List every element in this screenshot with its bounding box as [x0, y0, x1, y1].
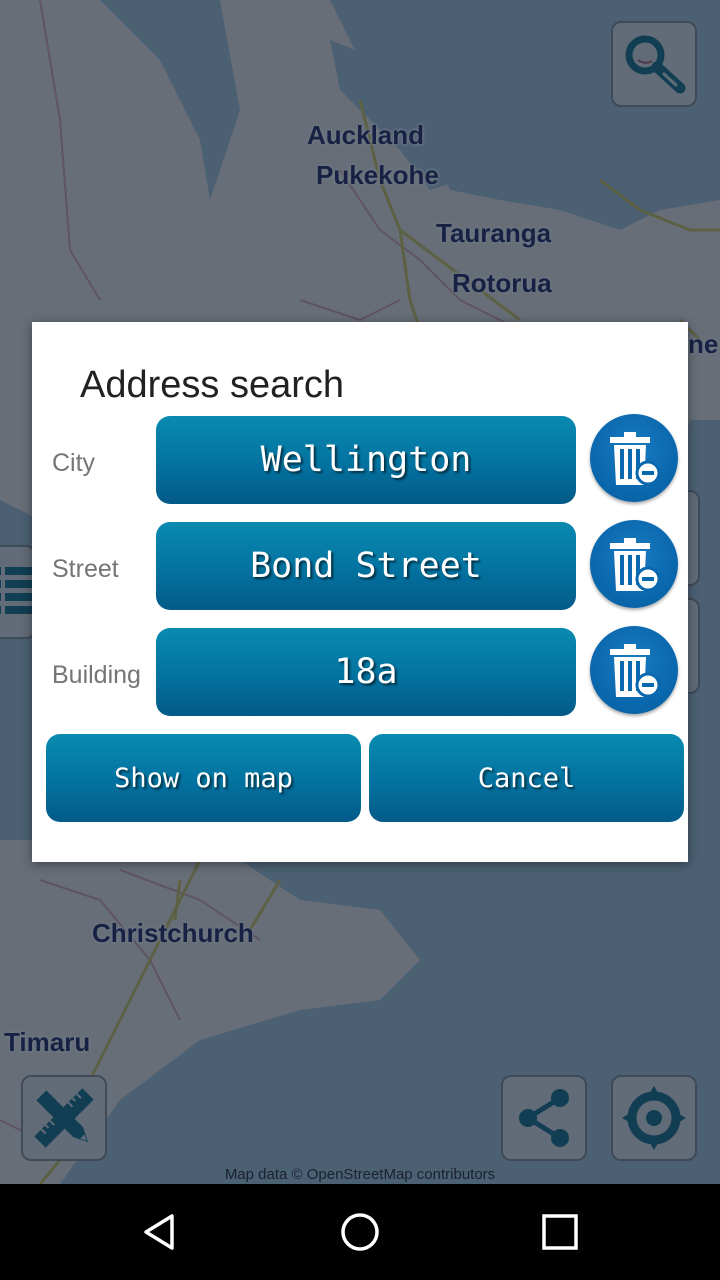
building-field[interactable]: 18a — [156, 628, 576, 716]
address-search-dialog: Address search City Wellington Street Bo… — [32, 322, 688, 862]
show-on-map-button[interactable]: Show on map — [46, 734, 361, 822]
city-field[interactable]: Wellington — [156, 416, 576, 504]
street-label: Street — [52, 555, 119, 583]
nav-back-button[interactable] — [130, 1202, 190, 1262]
city-label: City — [52, 449, 96, 477]
trash-icon — [610, 432, 660, 486]
trash-icon — [610, 538, 660, 592]
clear-building-button[interactable] — [590, 626, 678, 714]
nav-home-button[interactable] — [330, 1202, 390, 1262]
dialog-title: Address search — [80, 364, 345, 406]
clear-city-button[interactable] — [590, 414, 678, 502]
clear-street-button[interactable] — [590, 520, 678, 608]
street-field[interactable]: Bond Street — [156, 522, 576, 610]
home-icon — [341, 1213, 379, 1251]
back-icon — [144, 1214, 174, 1250]
recents-icon — [542, 1214, 578, 1250]
cancel-button[interactable]: Cancel — [369, 734, 684, 822]
nav-recents-button[interactable] — [530, 1202, 590, 1262]
system-nav-bar — [0, 1184, 720, 1280]
trash-icon — [610, 644, 660, 698]
building-label: Building — [52, 661, 141, 689]
